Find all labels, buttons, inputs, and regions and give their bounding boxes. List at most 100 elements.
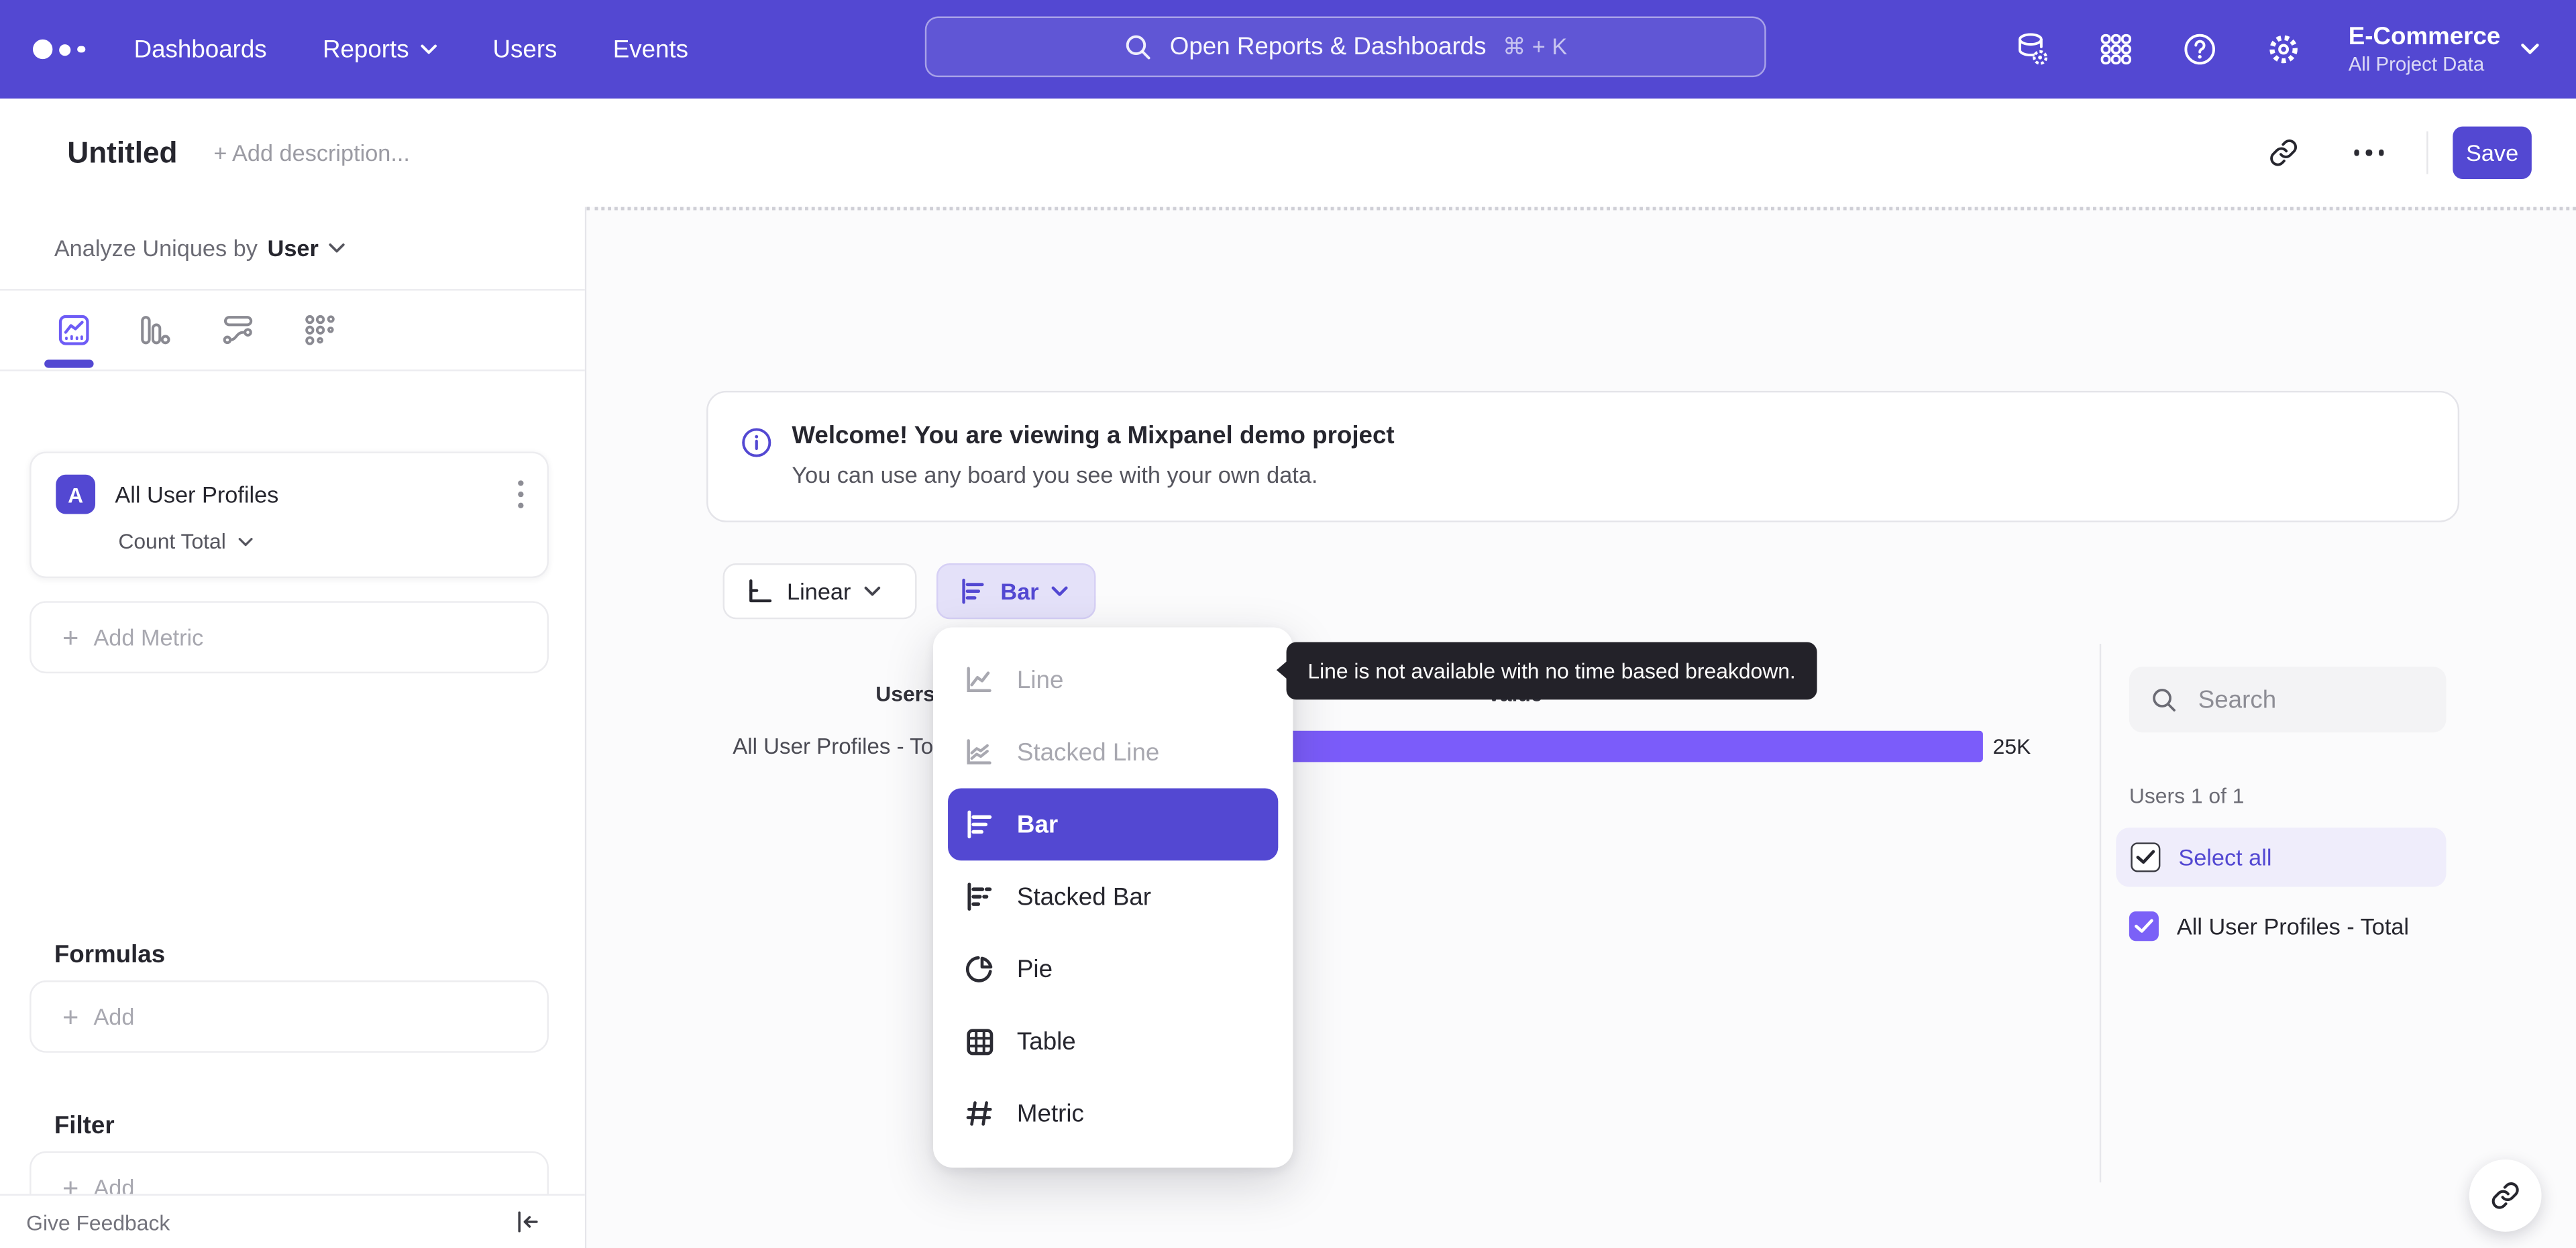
share-link-button[interactable] [2469, 1159, 2542, 1232]
metric-hash-icon [966, 1101, 992, 1126]
query-builder-sidebar: Analyze Uniques by User A All User Profi… [0, 207, 587, 1248]
dropdown-item-table[interactable]: Table [933, 1005, 1293, 1078]
disabled-option-tooltip: Line is not available with no time based… [1276, 642, 1817, 700]
more-options-icon[interactable] [2353, 150, 2384, 156]
help-icon[interactable] [2181, 30, 2220, 69]
stacked-line-icon [967, 739, 991, 764]
dropdown-item-bar[interactable]: Bar [948, 788, 1279, 861]
formulas-section-header: Formulas [54, 941, 166, 969]
legend-search-input[interactable] [2194, 684, 2409, 716]
select-all-checkbox[interactable] [2131, 842, 2161, 872]
scale-selector-button[interactable]: Linear [722, 563, 917, 620]
chart-type-dropdown: Line Stacked Line Bar Stacked Bar Pie Ta… [933, 627, 1293, 1168]
stacked-bar-icon [967, 883, 992, 911]
search-shortcut: ⌘ + K [1502, 32, 1568, 60]
report-canvas: Welcome! You are viewing a Mixpanel demo… [586, 207, 2576, 1248]
link-icon [2491, 1182, 2519, 1209]
info-icon [742, 428, 771, 457]
dropdown-item-line[interactable]: Line [933, 644, 1293, 716]
save-button[interactable]: Save [2453, 126, 2532, 179]
check-icon [2136, 850, 2155, 864]
analyze-entity-selector[interactable]: User [268, 235, 345, 261]
metric-badge: A [56, 474, 96, 514]
actions-divider [2426, 131, 2428, 174]
add-formula-button[interactable]: + Add [30, 980, 549, 1053]
global-search-button[interactable]: Open Reports & Dashboards ⌘ + K [924, 16, 1766, 78]
dropdown-item-stacked-line[interactable]: Stacked Line [933, 716, 1293, 789]
metric-card[interactable]: A All User Profiles Count Total [30, 451, 549, 579]
nav-item-dashboards[interactable]: Dashboards [134, 36, 267, 64]
global-search-placeholder: Open Reports & Dashboards [1169, 32, 1487, 61]
funnels-icon[interactable] [135, 312, 174, 348]
chart-row-label: All User Profiles - Total [733, 734, 957, 759]
top-nav: Dashboards Reports Users Events Open Rep… [0, 0, 2576, 99]
nav-item-reports[interactable]: Reports [323, 36, 437, 63]
banner-subtitle: You can use any board you see with your … [792, 461, 1318, 488]
legend-search-box[interactable] [2129, 667, 2447, 733]
search-icon [1126, 34, 1150, 59]
kebab-menu-icon[interactable] [517, 479, 524, 509]
report-type-tabs [0, 290, 585, 372]
analyze-header: Analyze Uniques by User [0, 207, 585, 291]
chevron-down-icon [2521, 44, 2539, 54]
give-feedback-link[interactable]: Give Feedback [26, 1210, 513, 1235]
app-grid-icon[interactable] [2097, 30, 2137, 69]
legend-item-row[interactable]: All User Profiles - Total [2129, 911, 2410, 942]
report-title-bar: Untitled + Add description... Save [0, 98, 2576, 207]
top-nav-items: Dashboards Reports Users Events [134, 36, 688, 64]
banner-title: Welcome! You are viewing a Mixpanel demo… [792, 422, 1395, 451]
chevron-down-icon [1052, 586, 1069, 596]
analyze-label: Analyze Uniques by [54, 235, 258, 262]
dropdown-item-metric[interactable]: Metric [933, 1078, 1293, 1150]
project-switcher[interactable]: E-Commerce All Project Data [2349, 22, 2540, 76]
active-tab-indicator [44, 359, 94, 367]
search-icon [2153, 687, 2176, 711]
nav-item-events[interactable]: Events [613, 36, 688, 64]
collapse-sidebar-icon[interactable] [513, 1207, 542, 1237]
pie-icon [965, 956, 993, 982]
flows-icon[interactable] [219, 312, 258, 348]
dropdown-item-stacked-bar[interactable]: Stacked Bar [933, 860, 1293, 933]
linear-scale-icon [749, 579, 772, 603]
plus-icon: + [62, 1001, 79, 1033]
project-scope: All Project Data [2348, 52, 2485, 75]
sidebar-footer: Give Feedback [0, 1194, 585, 1248]
filter-section-header: Filter [54, 1111, 115, 1140]
dropdown-item-pie[interactable]: Pie [933, 933, 1293, 1005]
title-actions: Save [2266, 126, 2532, 179]
bar-icon [967, 810, 992, 839]
settings-gear-icon[interactable] [2265, 30, 2304, 69]
aggregation-selector[interactable]: Count Total [118, 529, 547, 553]
select-all-row[interactable]: Select all [2116, 828, 2447, 887]
data-management-icon[interactable] [2013, 30, 2053, 69]
report-title[interactable]: Untitled [67, 135, 177, 170]
legend-item-label: All User Profiles - Total [2176, 913, 2410, 940]
project-name: E-Commerce [2348, 22, 2501, 50]
legend-item-checkbox[interactable] [2129, 911, 2159, 942]
chevron-down-icon [237, 536, 252, 546]
insights-icon[interactable] [54, 312, 94, 348]
mixpanel-insights-report: Dashboards Reports Users Events Open Rep… [0, 0, 2576, 1248]
chevron-down-icon [421, 44, 437, 54]
retention-icon[interactable] [301, 312, 340, 348]
chevron-down-icon [329, 243, 345, 253]
line-icon [967, 667, 991, 693]
add-description-field[interactable]: + Add description... [213, 139, 410, 166]
check-icon [2135, 919, 2153, 933]
mixpanel-logo-icon[interactable] [32, 39, 85, 60]
table-icon [967, 1029, 994, 1056]
bar-chart-icon [962, 578, 984, 604]
legend-count: Users 1 of 1 [2129, 783, 2245, 808]
add-metric-button[interactable]: + Add Metric [30, 601, 549, 674]
chart-type-button[interactable]: Bar [936, 563, 1096, 620]
copy-link-icon[interactable] [2266, 136, 2299, 169]
nav-item-users[interactable]: Users [493, 36, 557, 64]
plus-icon: + [62, 621, 79, 653]
chart-column-users: Users [875, 681, 935, 707]
metric-name[interactable]: All User Profiles [115, 481, 517, 508]
panel-divider [2099, 644, 2102, 1183]
select-all-label: Select all [2178, 844, 2272, 870]
top-nav-right: E-Commerce All Project Data [2013, 0, 2540, 99]
demo-banner: Welcome! You are viewing a Mixpanel demo… [706, 390, 2460, 522]
chevron-down-icon [864, 586, 880, 596]
